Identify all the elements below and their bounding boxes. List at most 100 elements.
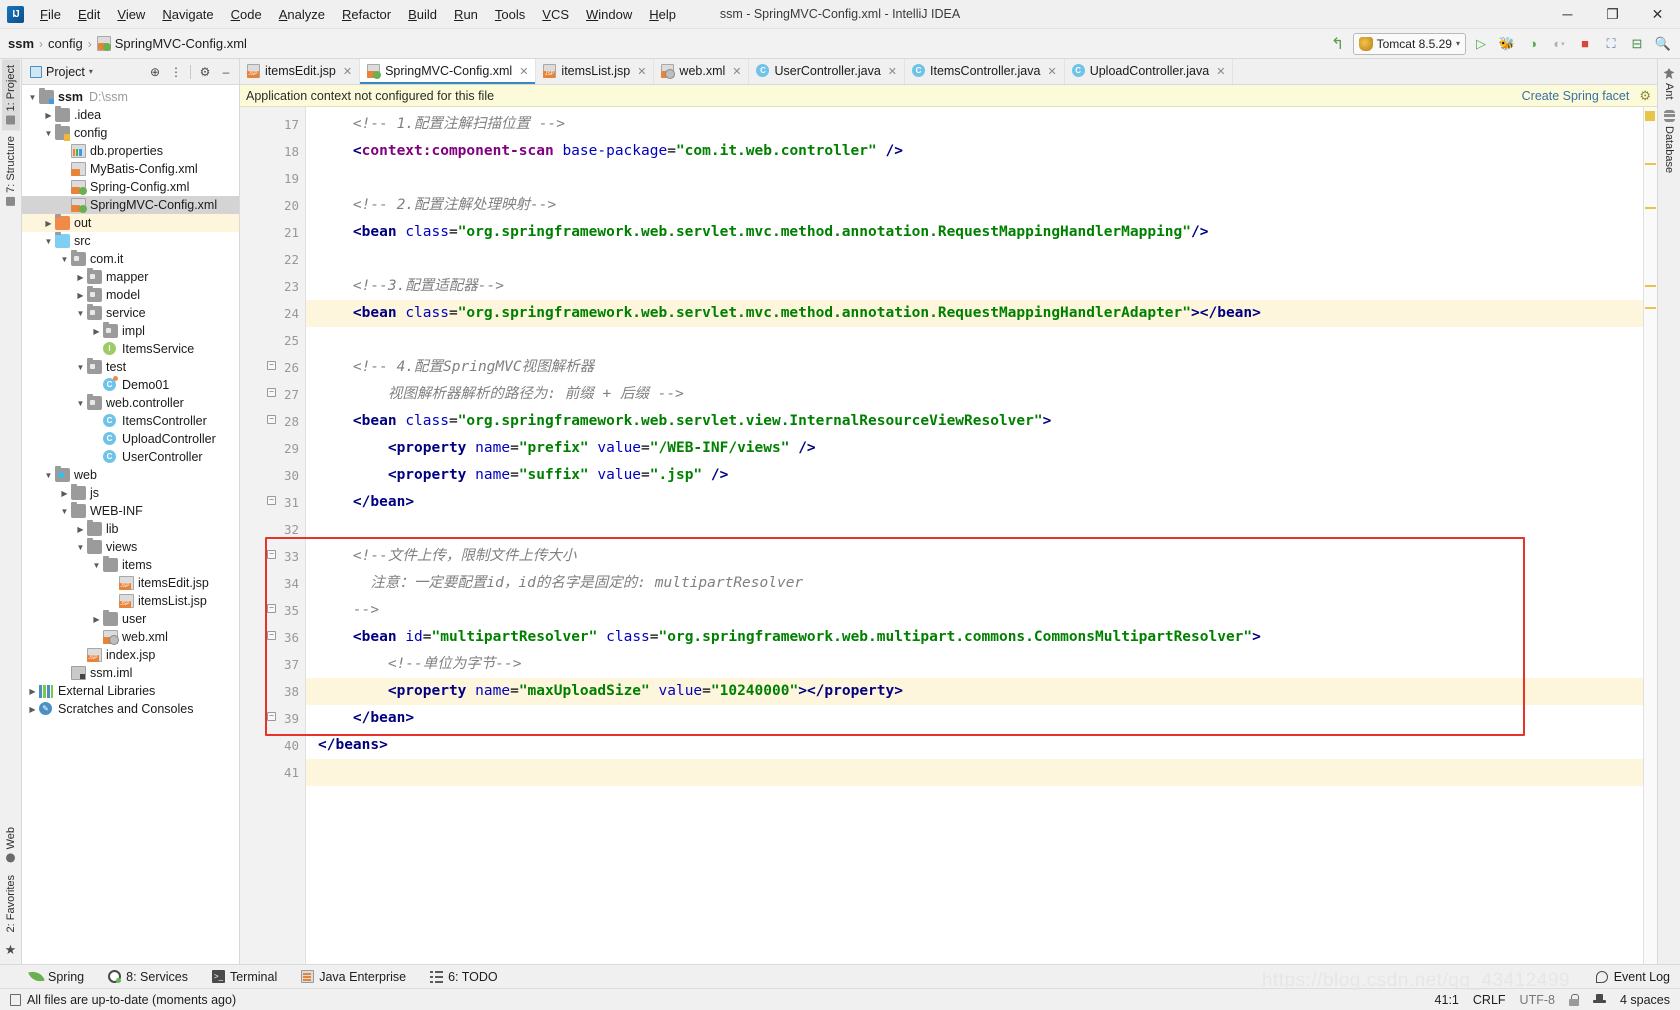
code-line[interactable]: <property name="maxUploadSize" value="10… <box>306 678 1643 705</box>
code-line[interactable]: <!--文件上传，限制文件上传大小 <box>306 543 1643 570</box>
event-log-label[interactable]: Event Log <box>1614 970 1670 984</box>
project-panel-title-group[interactable]: Project ▾ <box>26 63 97 81</box>
sidebar-tab-web[interactable]: Web <box>2 821 20 868</box>
hector-icon[interactable] <box>1592 993 1606 1006</box>
indent-setting[interactable]: 4 spaces <box>1620 993 1670 1007</box>
tree-node-external-libraries[interactable]: ▶ External Libraries <box>22 682 239 700</box>
breadcrumb-file[interactable]: SpringMVC-Config.xml <box>115 36 247 51</box>
debug-button[interactable]: 🐝 <box>1496 33 1518 55</box>
bottom-tab-spring[interactable]: Spring <box>26 968 88 986</box>
tree-node-web-inf[interactable]: ▼ WEB-INF <box>22 502 239 520</box>
maximize-button[interactable]: ❐ <box>1590 0 1635 29</box>
chevron-right-icon[interactable]: ▶ <box>90 417 103 426</box>
tree-node-web-controller[interactable]: ▼ web.controller <box>22 394 239 412</box>
code-line[interactable]: <property name="suffix" value=".jsp" /> <box>306 462 1643 489</box>
hide-icon[interactable]: – <box>217 63 235 81</box>
chevron-right-icon[interactable]: ▶ <box>90 633 103 642</box>
gutter-line[interactable]: 17 <box>240 111 305 138</box>
chevron-right-icon[interactable]: ▶ <box>26 705 39 714</box>
gutter-line[interactable]: 38 <box>240 678 305 705</box>
chevron-down-icon[interactable]: ▼ <box>42 471 55 480</box>
chevron-down-icon[interactable]: ▼ <box>58 255 71 264</box>
close-icon[interactable]: ✕ <box>888 65 897 78</box>
marker-line[interactable] <box>1645 163 1656 165</box>
chevron-right-icon[interactable]: ▶ <box>26 687 39 696</box>
code-line[interactable] <box>306 759 1643 786</box>
code-fold-icon[interactable]: − <box>267 630 281 645</box>
code-line[interactable]: </bean> <box>306 705 1643 732</box>
run-with-coverage-button[interactable]: ◑ <box>1522 33 1544 55</box>
code-line[interactable]: <bean id="multipartResolver" class="org.… <box>306 624 1643 651</box>
tree-node-service[interactable]: ▼ service <box>22 304 239 322</box>
code-line[interactable]: <context:component-scan base-package="co… <box>306 138 1643 165</box>
code-line[interactable] <box>306 327 1643 354</box>
menu-item-build[interactable]: Build <box>400 3 445 26</box>
tree-node-mybatis-config-xml[interactable]: ▶ MyBatis-Config.xml <box>22 160 239 178</box>
tree-node-db-properties[interactable]: ▶ db.properties <box>22 142 239 160</box>
chevron-right-icon[interactable]: ▶ <box>42 111 55 120</box>
menu-item-view[interactable]: View <box>109 3 153 26</box>
tree-node-views[interactable]: ▼ views <box>22 538 239 556</box>
tree-node-js[interactable]: ▶ js <box>22 484 239 502</box>
stop-button[interactable]: ■ <box>1574 33 1596 55</box>
bottom-tab-terminal[interactable]: >_ Terminal <box>208 968 281 986</box>
chevron-right-icon[interactable]: ▶ <box>58 201 71 210</box>
code-line[interactable] <box>306 246 1643 273</box>
editor-tab-springmvc-config-xml[interactable]: SpringMVC-Config.xml ✕ <box>360 59 537 84</box>
chevron-right-icon[interactable]: ▶ <box>74 651 87 660</box>
editor-tab-itemsedit-jsp[interactable]: itemsEdit.jsp ✕ <box>240 59 361 84</box>
create-spring-facet-link[interactable]: Create Spring facet <box>1522 89 1630 103</box>
chevron-right-icon[interactable]: ▶ <box>58 669 71 678</box>
code-editor[interactable]: 17 18 19 20 21 22 23 24 25 −26−27−28 29 30 −31 32 −33 3… <box>240 107 1657 964</box>
tree-node-out[interactable]: ▶ out <box>22 214 239 232</box>
tree-node-springmvc-config-xml[interactable]: ▶ SpringMVC-Config.xml <box>22 196 239 214</box>
chevron-right-icon[interactable]: ▶ <box>90 435 103 444</box>
chevron-right-icon[interactable]: ▶ <box>90 615 103 624</box>
sidebar-tab-ant[interactable]: Ant <box>1660 63 1678 105</box>
code-fold-icon[interactable]: − <box>267 711 281 726</box>
favorites-star-icon[interactable]: ★ <box>5 938 17 964</box>
run-configuration-selector[interactable]: Tomcat 8.5.29 ▾ <box>1352 32 1466 55</box>
close-icon[interactable]: ✕ <box>1047 65 1056 78</box>
chevron-right-icon[interactable]: ▶ <box>74 525 87 534</box>
sidebar-tab-structure[interactable]: 7: Structure <box>2 130 20 212</box>
menu-item-tools[interactable]: Tools <box>487 3 533 26</box>
tree-node-itemscontroller[interactable]: ▶C ItemsController <box>22 412 239 430</box>
chevron-right-icon[interactable]: ▶ <box>58 147 71 156</box>
chevron-down-icon[interactable]: ▼ <box>42 237 55 246</box>
chevron-right-icon[interactable]: ▶ <box>90 381 103 390</box>
code-line[interactable]: <!--单位为字节--> <box>306 651 1643 678</box>
code-line[interactable]: 视图解析器解析的路径为: 前缀 + 后缀 --> <box>306 381 1643 408</box>
menu-item-code[interactable]: Code <box>223 3 270 26</box>
lock-icon[interactable] <box>1568 993 1579 1006</box>
code-line[interactable]: </bean> <box>306 489 1643 516</box>
gutter-line[interactable]: 25 <box>240 327 305 354</box>
gutter-line[interactable]: −33 <box>240 543 305 570</box>
gear-icon[interactable]: ⚙ <box>196 63 214 81</box>
editor-tab-uploadcontroller-java[interactable]: C UploadController.java ✕ <box>1065 59 1234 84</box>
marker-line[interactable] <box>1645 307 1656 309</box>
tree-node-user[interactable]: ▶ user <box>22 610 239 628</box>
code-line[interactable]: <bean class="org.springframework.web.ser… <box>306 219 1643 246</box>
search-everywhere-icon[interactable]: 🔍 <box>1652 33 1674 55</box>
gutter-line[interactable]: 30 <box>240 462 305 489</box>
editor-marker-strip[interactable] <box>1643 107 1657 964</box>
marker-line[interactable] <box>1645 207 1656 209</box>
gutter-line[interactable]: 34 <box>240 570 305 597</box>
close-button[interactable]: ✕ <box>1635 0 1680 29</box>
code-line[interactable]: --> <box>306 597 1643 624</box>
code-line[interactable]: </beans> <box>306 732 1643 759</box>
collapse-all-icon[interactable]: ⋮ <box>167 63 185 81</box>
sidebar-tab-project[interactable]: 1: Project <box>1 59 20 131</box>
scroll-from-source-icon[interactable]: ⊕ <box>146 63 164 81</box>
update-project-button[interactable]: ⊟ <box>1626 33 1648 55</box>
tree-node-src[interactable]: ▼ src <box>22 232 239 250</box>
editor-tab-itemscontroller-java[interactable]: C ItemsController.java ✕ <box>905 59 1065 84</box>
chevron-right-icon[interactable]: ▶ <box>58 489 71 498</box>
profile-button[interactable]: ◐ ▾ <box>1548 33 1570 55</box>
gutter-line[interactable]: 20 <box>240 192 305 219</box>
code-line[interactable]: <!-- 4.配置SpringMVC视图解析器 <box>306 354 1643 381</box>
sidebar-tab-favorites[interactable]: 2: Favorites <box>2 869 20 938</box>
code-line[interactable] <box>306 165 1643 192</box>
run-button[interactable]: ▷ <box>1470 33 1492 55</box>
